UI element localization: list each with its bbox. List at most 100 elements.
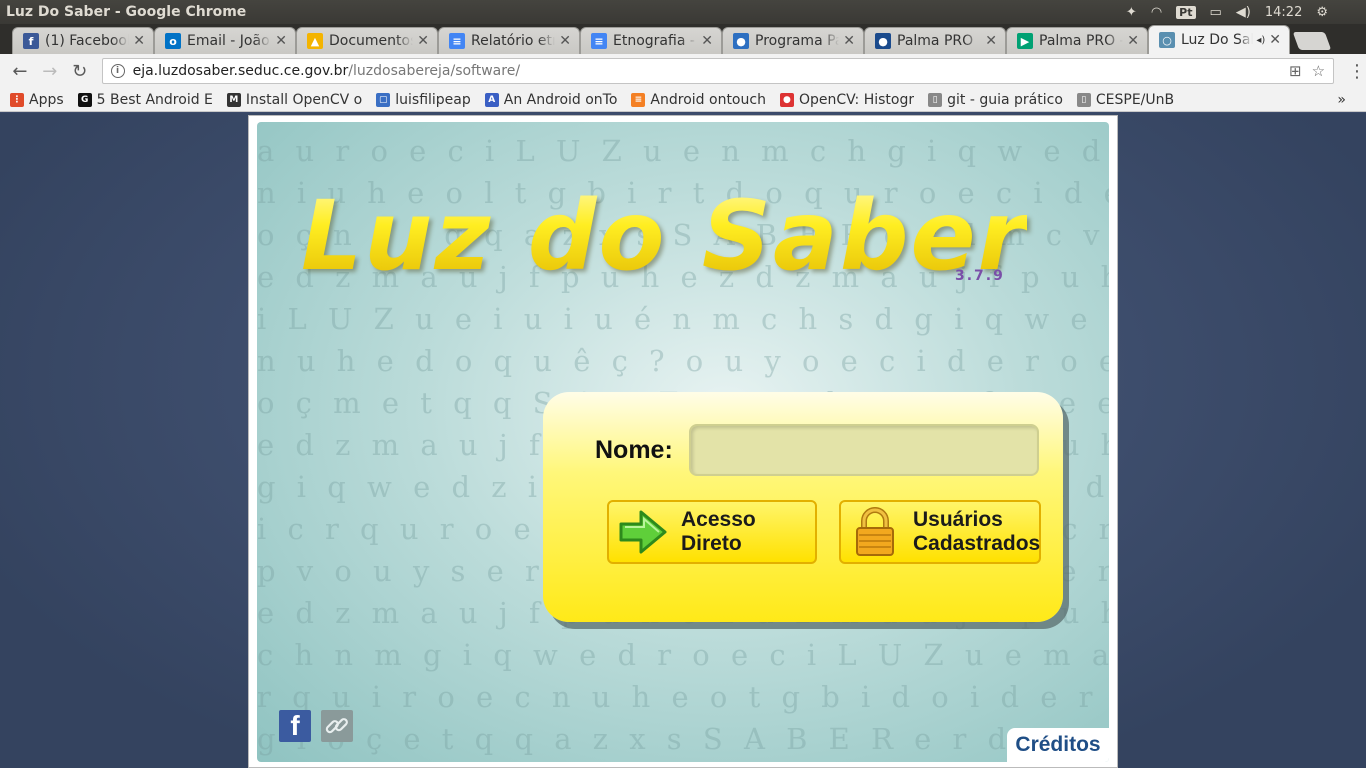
bookmark-label: Install OpenCV o (245, 91, 363, 108)
docs-icon: ≡ (591, 33, 607, 49)
direct-access-label-line2: Direto (681, 532, 742, 555)
close-tab-icon[interactable]: ✕ (701, 33, 713, 49)
bookmark-item[interactable]: ● OpenCV: Histogr (779, 91, 915, 108)
apps-grid-icon: ⋮ (10, 92, 24, 107)
page-icon: ▯ (1076, 92, 1091, 107)
volume-icon[interactable]: ◀) (1236, 5, 1251, 20)
direct-access-button[interactable]: Acesso Direto (607, 500, 817, 564)
close-tab-icon[interactable]: ✕ (1127, 33, 1139, 49)
background-letter-row: c h n m g i q w e d r o e c i L U Z u e … (257, 638, 1109, 672)
browser-tab[interactable]: ● Programa Palma✕ (722, 27, 864, 54)
battery-icon[interactable]: ▭ (1210, 5, 1222, 20)
background-letter-row: r q u i r o e c n u h e o t g b i d o i … (257, 680, 1109, 714)
close-tab-icon[interactable]: ✕ (559, 33, 571, 49)
name-label: Nome: (595, 436, 673, 464)
window-titlebar: Luz Do Saber - Google Chrome ✦ ◠ Pt ▭ ◀)… (0, 0, 1366, 24)
bookmark-item[interactable]: ▯ CESPE/UnB (1076, 91, 1175, 108)
site-icon: G (77, 92, 92, 107)
bookmark-item[interactable]: ▯ git - guia prático (928, 92, 1063, 108)
bookmark-item[interactable]: G 5 Best Android E (77, 91, 213, 108)
bookmark-item[interactable]: M Install OpenCV o (226, 91, 363, 108)
address-bar[interactable]: i eja.luzdosaber.seduc.ce.gov.br/luzdosa… (101, 58, 1335, 84)
browser-toolbar: ← → ↻ i eja.luzdosaber.seduc.ce.gov.br/l… (0, 54, 1366, 88)
bookmark-label: git - guia prático (947, 91, 1063, 108)
web-icon: ● (875, 33, 891, 49)
window-title: Luz Do Saber - Google Chrome (6, 4, 247, 20)
bookmarks-bar: ⋮ Apps G 5 Best Android E M Install OpenCV o ▢… (0, 88, 1366, 112)
outlook-icon: o (165, 33, 181, 49)
background-letter-row: i L U Z u e i u i u é n m c h s d g i q … (257, 302, 1109, 336)
bookmark-label: OpenCV: Histogr (798, 91, 915, 108)
bookmark-item[interactable]: ▢ luisfilipeap (376, 92, 471, 108)
tab-label: Etnografia - (613, 33, 695, 49)
browser-tab[interactable]: ▲ Documentos ✕ (296, 27, 438, 54)
registered-users-label-line1: Usuários (913, 508, 1003, 531)
app-logo: Luz do Saber (301, 180, 1027, 292)
wifi-icon[interactable]: ◠ (1151, 5, 1162, 20)
tab-label: Programa Palma (755, 33, 840, 49)
more-bookmarks-icon[interactable]: » (1337, 92, 1346, 108)
page-content: a u r o e c i L U Z u e n m c h g i q w … (0, 113, 1366, 768)
opencv-icon: ● (779, 92, 794, 107)
app-board: a u r o e c i L U Z u e n m c h g i q w … (257, 122, 1109, 762)
bookmark-label: Apps (29, 91, 64, 108)
green-arrow-icon (615, 504, 671, 560)
browser-tab[interactable]: ● Palma PRO ✕ (864, 27, 1006, 54)
close-tab-icon[interactable]: ✕ (1269, 32, 1281, 48)
app-version: 3.7.9 (955, 268, 1005, 284)
browser-tab[interactable]: ≡ Etnografia - ✕ (580, 27, 722, 54)
stackoverflow-icon: ≡ (631, 92, 646, 107)
chrome-menu-icon[interactable]: ⋮ (1348, 61, 1366, 82)
registered-users-button[interactable]: Usuários Cadastrados (839, 500, 1041, 564)
bookmark-label: CESPE/UnB (1095, 91, 1175, 108)
close-tab-icon[interactable]: ✕ (275, 33, 287, 49)
facebook-icon: f (23, 33, 39, 49)
browser-tab[interactable]: ▶ Palma PRO - ✕ (1006, 27, 1148, 54)
page-icon: ▯ (928, 92, 943, 107)
close-tab-icon[interactable]: ✕ (417, 33, 429, 49)
link-icon[interactable] (321, 710, 353, 742)
tab-label: Relatório etnográfico (471, 33, 555, 49)
bookmark-label: An Android onTo (503, 91, 618, 108)
bookmark-label: 5 Best Android E (96, 91, 213, 108)
browser-tab[interactable]: o Email - João ✕ (154, 27, 296, 54)
browser-tab[interactable]: f (1) Facebook ✕ (12, 27, 154, 54)
bookmark-star-icon[interactable]: ☆ (1312, 62, 1325, 80)
facebook-share-icon[interactable]: f (279, 710, 311, 742)
back-arrow-icon[interactable]: ← (8, 59, 32, 83)
name-input[interactable] (689, 424, 1039, 476)
registered-users-label-line2: Cadastrados (913, 532, 1041, 555)
browser-tab[interactable]: ≡ Relatório etnográfico✕ (438, 27, 580, 54)
translate-icon[interactable]: ⊞ (1289, 62, 1302, 80)
background-letter-row: n u h e d o q u ê ç ? o u y o e c i d e … (257, 344, 1109, 378)
new-tab-button[interactable] (1292, 32, 1332, 50)
drive-icon: ▲ (307, 33, 323, 49)
site-icon: M (226, 92, 241, 107)
close-tab-icon[interactable]: ✕ (133, 33, 145, 49)
bookmark-item[interactable]: A An Android onTo (484, 91, 618, 108)
url-host: eja.luzdosaber.seduc.ce.gov.br (132, 63, 349, 79)
tab-audio-icon[interactable]: ◂) (1256, 35, 1265, 46)
keyboard-layout-indicator[interactable]: Pt (1176, 5, 1196, 19)
tab-strip: f (1) Facebook ✕ o Email - João ✕ ▲ Documentos ✕… (0, 24, 1366, 54)
bookmark-item[interactable]: ⋮ Apps (10, 92, 64, 108)
close-tab-icon[interactable]: ✕ (985, 33, 997, 49)
bookmark-item[interactable]: ≡ Android ontouch (631, 92, 766, 108)
close-tab-icon[interactable]: ✕ (843, 33, 855, 49)
direct-access-label-line1: Acesso (681, 508, 756, 531)
credits-link[interactable]: Créditos (1007, 728, 1109, 762)
web-icon: ● (733, 33, 749, 49)
clock[interactable]: 14:22 (1265, 5, 1302, 20)
docs-icon: ≡ (449, 33, 465, 49)
bookmark-label: Android ontouch (650, 91, 766, 108)
reload-icon[interactable]: ↻ (68, 59, 92, 83)
info-icon[interactable]: i (110, 64, 125, 78)
padlock-icon (847, 504, 903, 560)
tab-label: (1) Facebook (45, 33, 130, 49)
settings-gear-icon[interactable]: ⚙ (1316, 5, 1328, 20)
dropbox-icon[interactable]: ✦ (1126, 5, 1137, 20)
login-panel: Nome: Acesso Direto Usuários Cadastrados (543, 392, 1063, 622)
forward-arrow-icon[interactable]: → (38, 59, 62, 83)
browser-tab[interactable]: ○ Luz Do Saber◂) ✕ (1148, 25, 1290, 54)
background-letter-row: g i o ç e t q q a z x s S A B E R e r d … (257, 722, 1109, 756)
